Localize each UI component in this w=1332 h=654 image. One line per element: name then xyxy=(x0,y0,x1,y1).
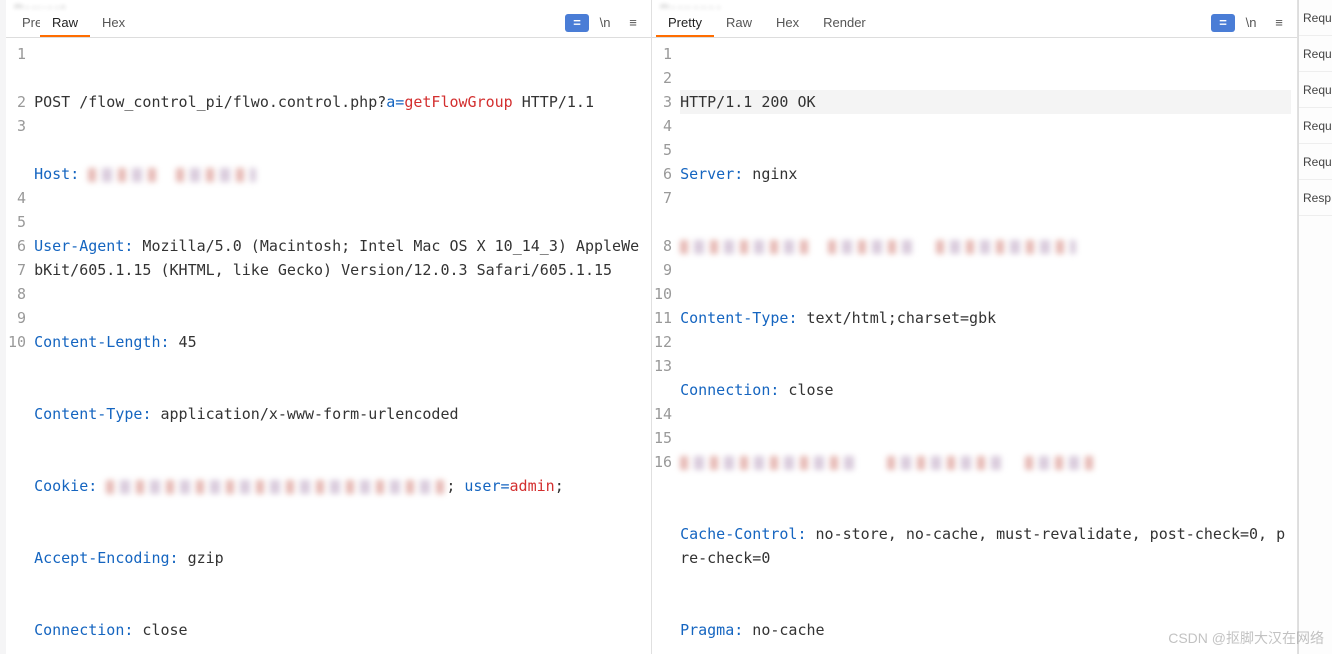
view-toggle-icon-resp[interactable]: = xyxy=(1211,14,1235,32)
tab-hex-resp[interactable]: Hex xyxy=(764,9,811,37)
header-content-type: Content-Type xyxy=(34,405,142,423)
request-tabbar: Pretty Raw Hex = \n ≡ xyxy=(6,8,651,38)
request-editor[interactable]: 1 23 45678910 POST /flow_control_pi/flwo… xyxy=(6,38,651,654)
side-item[interactable]: Requ xyxy=(1299,72,1332,108)
response-tabbar: Pretty Raw Hex Render = \n ≡ xyxy=(652,8,1297,38)
wrap-icon[interactable]: \n xyxy=(593,13,617,33)
resp-header-pragma: Pragma xyxy=(680,621,734,639)
header-connection: Connection xyxy=(34,621,124,639)
tab-pretty[interactable]: Pretty xyxy=(10,9,40,37)
menu-icon-resp[interactable]: ≡ xyxy=(1267,13,1291,33)
side-item[interactable]: Requ xyxy=(1299,144,1332,180)
wrap-icon-resp[interactable]: \n xyxy=(1239,13,1263,33)
header-user-agent: User-Agent xyxy=(34,237,124,255)
status-line: HTTP/1.1 200 OK xyxy=(680,93,815,111)
resp-header-cache-control: Cache-Control xyxy=(680,525,797,543)
tab-raw-resp[interactable]: Raw xyxy=(714,9,764,37)
side-item[interactable]: Requ xyxy=(1299,0,1332,36)
tab-hex[interactable]: Hex xyxy=(90,9,137,37)
header-host: Host xyxy=(34,165,70,183)
resp-header-connection: Connection xyxy=(680,381,770,399)
view-toggle-icon[interactable]: = xyxy=(565,14,589,32)
response-line-gutter: 1234567 8910111213 141516 xyxy=(652,38,678,654)
response-editor[interactable]: 1234567 8910111213 141516 HTTP/1.1 200 O… xyxy=(652,38,1297,654)
side-item[interactable]: Resp xyxy=(1299,180,1332,216)
response-code[interactable]: HTTP/1.1 200 OK Server: nginx Content-Ty… xyxy=(678,38,1297,654)
side-item[interactable]: Requ xyxy=(1299,36,1332,72)
header-content-length: Content-Length xyxy=(34,333,160,351)
tab-render-resp[interactable]: Render xyxy=(811,9,878,37)
request-code[interactable]: POST /flow_control_pi/flwo.control.php?a… xyxy=(32,38,651,654)
request-title: Request xyxy=(6,0,651,8)
resp-header-server: Server xyxy=(680,165,734,183)
tab-pretty-resp[interactable]: Pretty xyxy=(656,9,714,37)
response-panel: Response Pretty Raw Hex Render = \n ≡ 12… xyxy=(652,0,1298,654)
inspector-strip: Requ Requ Requ Requ Requ Resp xyxy=(1298,0,1332,654)
side-item[interactable]: Requ xyxy=(1299,108,1332,144)
header-accept-encoding: Accept-Encoding xyxy=(34,549,169,567)
tab-raw[interactable]: Raw xyxy=(40,9,90,37)
resp-header-content-type: Content-Type xyxy=(680,309,788,327)
header-cookie: Cookie xyxy=(34,477,88,495)
response-title: Response xyxy=(652,0,1297,8)
request-line-gutter: 1 23 45678910 xyxy=(6,38,32,654)
request-panel: Request Pretty Raw Hex = \n ≡ 1 23 45678… xyxy=(6,0,652,654)
http-method: POST xyxy=(34,93,70,111)
menu-icon[interactable]: ≡ xyxy=(621,13,645,33)
